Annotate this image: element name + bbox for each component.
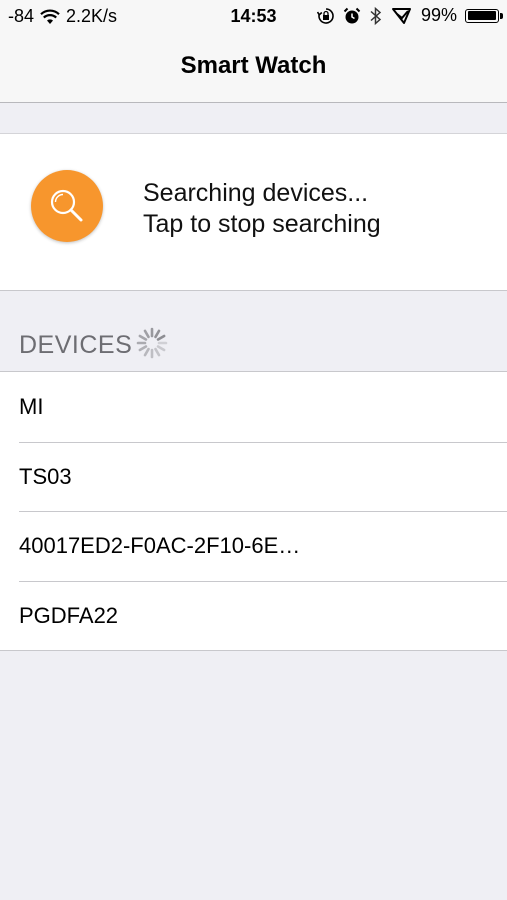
tap-to-stop-label: Tap to stop searching	[143, 210, 381, 238]
device-name: PGDFA22	[19, 602, 119, 628]
spinner-spoke	[143, 347, 151, 357]
status-bar: -84 2.2K/s 14:53 99%	[0, 0, 507, 34]
search-button-circle[interactable]	[31, 170, 103, 242]
spinner-spoke	[154, 329, 161, 339]
loading-spinner-icon	[136, 327, 168, 364]
device-name: MI	[19, 394, 44, 419]
stop-searching-button[interactable]: Searching devices... Tap to stop searchi…	[0, 133, 507, 291]
device-row-pgdfa22[interactable]: PGDFA22	[0, 580, 507, 651]
device-name: TS03	[19, 463, 72, 489]
top-bar: -84 2.2K/s 14:53 99% Smart Watch	[0, 0, 507, 103]
searching-label: Searching devices...	[143, 179, 369, 207]
rotation-lock-icon	[316, 7, 335, 25]
location-icon	[391, 6, 413, 26]
battery-icon	[465, 8, 503, 23]
status-right: 99%	[316, 5, 503, 26]
search-icon	[50, 189, 83, 222]
devices-section-header: DEVICES	[19, 327, 168, 364]
alarm-icon	[343, 7, 361, 25]
battery-percent: 99%	[420, 5, 457, 25]
device-list: MI TS03 40017ED2-F0AC-2F10-6E… PGDFA22	[0, 371, 507, 651]
spinner-spoke	[138, 334, 148, 341]
device-row-uuid[interactable]: 40017ED2-F0AC-2F10-6E…	[0, 511, 507, 581]
spinner-spoke	[157, 345, 166, 352]
device-name: 40017ED2-F0AC-2F10-6E…	[19, 533, 301, 558]
device-row-ts03[interactable]: TS03	[0, 441, 507, 512]
spinner-spoke	[154, 347, 161, 357]
spinner-spoke	[143, 329, 151, 339]
search-status-text: Searching devices... Tap to stop searchi…	[143, 178, 381, 240]
bluetooth-icon	[369, 6, 383, 26]
spinner-spoke	[157, 334, 166, 341]
device-row-mi[interactable]: MI	[0, 372, 507, 442]
page-title: Smart Watch	[180, 52, 327, 79]
spinner-spoke	[138, 345, 148, 352]
devices-header-label: DEVICES	[19, 331, 133, 359]
battery-fill	[467, 11, 497, 20]
